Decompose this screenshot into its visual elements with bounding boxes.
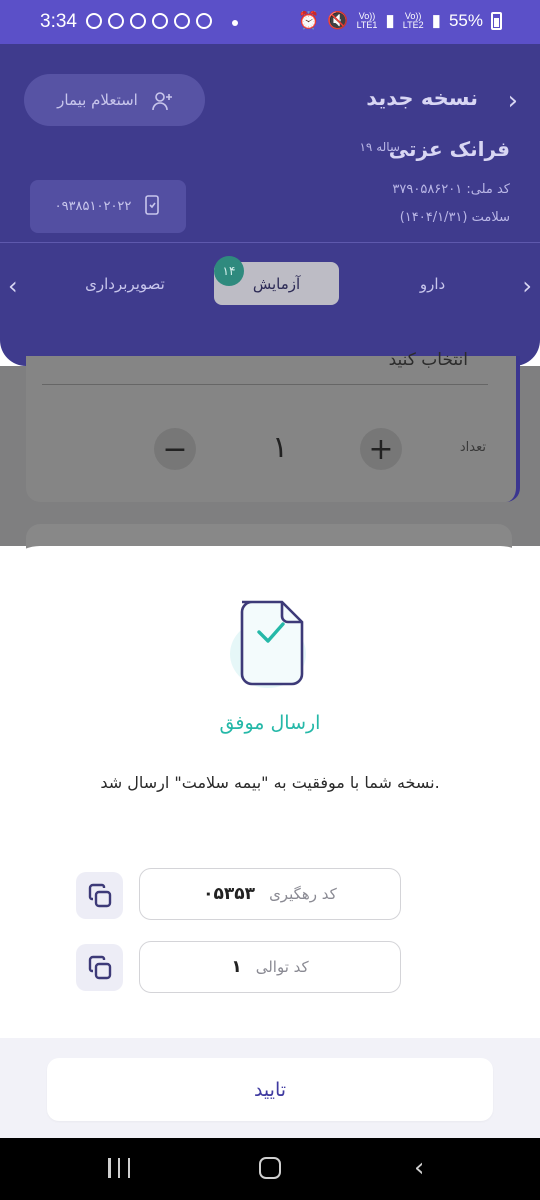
page-title: نسخه جدید xyxy=(366,86,478,110)
person-add-icon xyxy=(150,89,172,111)
sequence-code-value: ۱ xyxy=(231,957,242,977)
success-title: ارسال موفق xyxy=(219,712,321,734)
battery-percent: 55% xyxy=(448,11,483,30)
lab-item-card: انتخاب کنید تعداد + ۱ − xyxy=(26,350,520,502)
category-tabs: ‹ تصویربرداری آزمایش دارو › xyxy=(0,254,540,314)
copy-tracking-button[interactable] xyxy=(76,872,123,919)
status-time: 3:34 xyxy=(40,11,77,32)
whatsapp-icon xyxy=(86,13,102,29)
document-check-icon xyxy=(228,592,314,690)
alarm-icon: ⏰ xyxy=(298,11,320,30)
sequence-code-field: کد توالی ۱ xyxy=(139,941,401,993)
tracking-code-label: کد رهگیری xyxy=(269,885,337,903)
select-placeholder: انتخاب کنید xyxy=(388,350,468,370)
sync-icon xyxy=(174,13,190,29)
chevron-left-icon[interactable]: ‹ xyxy=(8,272,18,300)
success-bottom-sheet: ارسال موفق نسخه شما با موفقیت به "بیمه س… xyxy=(0,546,540,1138)
message-icon xyxy=(108,13,124,29)
notification-icons xyxy=(86,13,212,29)
header-divider xyxy=(0,242,540,243)
sheet-footer: تایید xyxy=(0,1038,540,1138)
patient-phone: ۰۹۳۸۵۱۰۲۰۲۲ xyxy=(54,199,132,214)
patient-age: ۱۹ ساله xyxy=(359,140,400,154)
prescription-header: › نسخه جدید استعلام بیمار فرانک عزتی ۱۹ … xyxy=(0,44,540,366)
instagram-icon xyxy=(130,13,146,29)
mute-icon: 🔇 xyxy=(327,11,349,30)
system-nav-bar: ‹ xyxy=(0,1138,540,1200)
copy-icon xyxy=(88,883,111,907)
more-notifications-dot xyxy=(232,20,238,26)
national-id: کد ملی: ۳۷۹۰۵۸۶۲۰۱ xyxy=(392,182,510,197)
tracking-code-value: ۰۵۳۵۳ xyxy=(203,884,256,904)
sync-icon-2 xyxy=(196,13,212,29)
lte2-indicator: Vo)) LTE2 xyxy=(402,11,424,30)
quantity-value: ۱ xyxy=(272,430,289,465)
patient-inquiry-button[interactable]: استعلام بیمار xyxy=(24,74,205,126)
lte1-indicator: Vo)) LTE1 xyxy=(356,11,378,30)
telegram-icon xyxy=(152,13,168,29)
select-underline xyxy=(42,384,488,385)
system-icons: ⏰ 🔇 Vo)) LTE1 ▮ Vo)) LTE2 ▮ 55% xyxy=(298,11,502,31)
success-message: نسخه شما با موفقیت به "بیمه سلامت" ارسال… xyxy=(100,773,440,792)
inquiry-label: استعلام بیمار xyxy=(57,91,138,109)
sequence-code-label: کد توالی xyxy=(255,958,309,976)
dimmed-backdrop[interactable]: انتخاب کنید تعداد + ۱ − xyxy=(0,350,540,564)
tab-drug[interactable]: دارو xyxy=(385,262,480,305)
tab-imaging[interactable]: تصویربرداری xyxy=(70,262,180,305)
copy-sequence-button[interactable] xyxy=(76,944,123,991)
copy-icon xyxy=(88,955,111,979)
insurance-info: سلامت (۱۴۰۴/۱/۳۱) xyxy=(399,210,510,225)
status-bar: 3:34 ⏰ 🔇 Vo)) LTE1 ▮ Vo)) LTE2 ▮ 55% xyxy=(0,0,540,44)
increment-button[interactable]: + xyxy=(360,428,402,470)
chevron-right-icon-tabs[interactable]: › xyxy=(522,272,532,300)
back-icon[interactable]: ‹ xyxy=(414,1153,424,1183)
patient-phone-button[interactable]: ۰۹۳۸۵۱۰۲۰۲۲ xyxy=(30,180,186,233)
signal-icon: ▮ xyxy=(385,11,395,30)
quantity-label: تعداد xyxy=(459,440,486,455)
battery-icon xyxy=(491,12,502,30)
recent-apps-icon[interactable] xyxy=(108,1158,130,1178)
signal-icon-2: ▮ xyxy=(431,11,441,30)
decrement-button[interactable]: − xyxy=(154,428,196,470)
home-icon[interactable] xyxy=(259,1157,281,1179)
phone-icon xyxy=(143,194,161,220)
tracking-code-field: کد رهگیری ۰۵۳۵۳ xyxy=(139,868,401,920)
chevron-right-icon[interactable]: › xyxy=(508,86,518,116)
lab-count-badge: ۱۴ xyxy=(214,256,244,286)
patient-name: فرانک عزتی xyxy=(388,137,510,161)
confirm-button[interactable]: تایید xyxy=(47,1058,493,1121)
